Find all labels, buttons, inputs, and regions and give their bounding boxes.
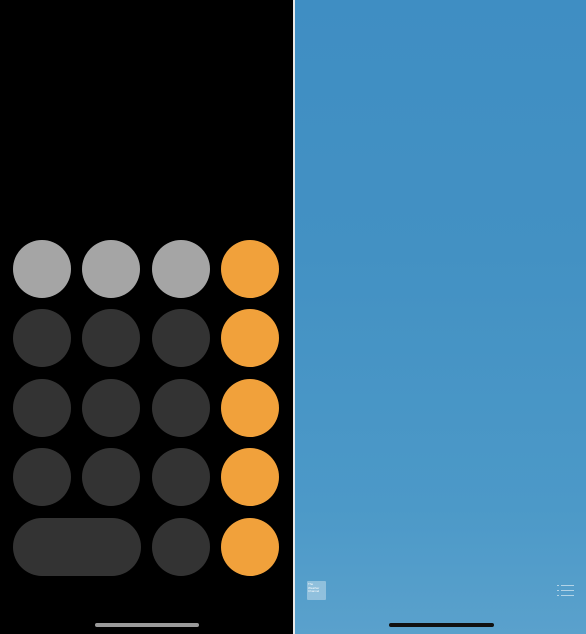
- calc-key-r3-c2[interactable]: [82, 379, 140, 437]
- calc-key-r4-c3[interactable]: [152, 448, 210, 506]
- calc-key-r5-wide[interactable]: [13, 518, 141, 576]
- list-icon[interactable]: [557, 585, 574, 596]
- calc-key-r2-c1[interactable]: [13, 309, 71, 367]
- calc-key-r5-op[interactable]: [221, 518, 279, 576]
- weather-screen: [295, 0, 586, 634]
- calc-key-r2-c2[interactable]: [82, 309, 140, 367]
- calc-key-r4-c1[interactable]: [13, 448, 71, 506]
- calc-key-r2-c3[interactable]: [152, 309, 210, 367]
- calc-key-r1-c1[interactable]: [13, 240, 71, 298]
- weather-channel-logo-icon[interactable]: The Weather Channel: [307, 581, 326, 600]
- calculator-screen: [0, 0, 293, 634]
- calc-key-r1-c2[interactable]: [82, 240, 140, 298]
- calc-key-r3-c3[interactable]: [152, 379, 210, 437]
- calc-key-r1-op[interactable]: [221, 240, 279, 298]
- home-indicator[interactable]: [95, 623, 199, 627]
- calc-key-r3-c1[interactable]: [13, 379, 71, 437]
- calc-key-r4-op[interactable]: [221, 448, 279, 506]
- calc-key-r3-op[interactable]: [221, 379, 279, 437]
- weather-logo-line-3: Channel: [308, 589, 320, 594]
- calc-key-r5-c3[interactable]: [152, 518, 210, 576]
- calc-key-r2-op[interactable]: [221, 309, 279, 367]
- calc-key-r4-c2[interactable]: [82, 448, 140, 506]
- calc-key-r1-c3[interactable]: [152, 240, 210, 298]
- home-indicator-weather[interactable]: [389, 623, 494, 627]
